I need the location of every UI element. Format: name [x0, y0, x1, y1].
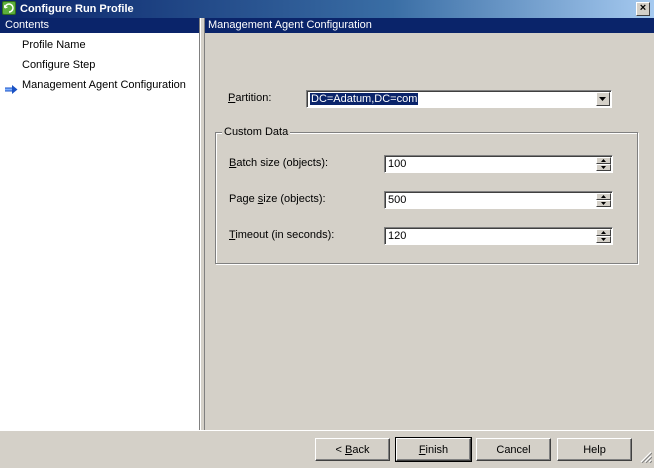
batch-size-value: 100 — [388, 158, 407, 170]
spin-down-button[interactable] — [596, 200, 611, 207]
nav-item-profile-name[interactable]: Profile Name — [0, 35, 199, 55]
timeout-label: Timeout (in seconds): — [229, 229, 335, 241]
partition-label: Partition: — [228, 92, 272, 104]
title-bar[interactable]: Configure Run Profile × — [0, 0, 654, 18]
spin-down-button[interactable] — [596, 236, 611, 243]
close-button[interactable]: × — [636, 2, 650, 16]
chevron-down-icon — [601, 166, 606, 169]
chevron-down-icon — [601, 202, 606, 205]
page-size-spinner[interactable]: 500 — [384, 191, 613, 209]
cancel-button[interactable]: Cancel — [476, 438, 551, 461]
nav-item-label: Profile Name — [22, 39, 86, 51]
chevron-down-icon — [601, 238, 606, 241]
spin-buttons — [596, 157, 611, 171]
configure-run-profile-window: Configure Run Profile × Contents Profile… — [0, 0, 654, 468]
spin-down-button[interactable] — [596, 164, 611, 171]
chevron-up-icon — [601, 159, 606, 162]
help-button[interactable]: Help — [557, 438, 632, 461]
batch-size-spinner[interactable]: 100 — [384, 155, 613, 173]
page-size-value: 500 — [388, 194, 407, 206]
button-bar: < Back Finish Cancel Help — [0, 430, 654, 468]
resize-grip-icon[interactable] — [640, 451, 653, 466]
custom-data-group: Custom Data Batch size (objects): 100 Pa… — [215, 126, 638, 264]
nav-item-management-agent-configuration[interactable]: Management Agent Configuration — [0, 75, 199, 95]
nav-item-configure-step[interactable]: Configure Step — [0, 55, 199, 75]
page-size-label: Page size (objects): — [229, 193, 326, 205]
back-button[interactable]: < Back — [315, 438, 390, 461]
timeout-spinner[interactable]: 120 — [384, 227, 613, 245]
chevron-up-icon — [601, 231, 606, 234]
configuration-header: Management Agent Configuration — [205, 18, 654, 33]
window-title: Configure Run Profile — [20, 3, 134, 15]
app-icon — [2, 1, 16, 15]
configuration-pane: Management Agent Configuration Partition… — [205, 18, 654, 430]
contents-list: Profile Name Configure Step Management A… — [0, 35, 199, 95]
dropdown-button[interactable] — [596, 92, 610, 106]
batch-size-label: Batch size (objects): — [229, 157, 329, 169]
spin-up-button[interactable] — [596, 157, 611, 164]
spin-up-button[interactable] — [596, 193, 611, 200]
spin-buttons — [596, 193, 611, 207]
finish-button[interactable]: Finish — [395, 437, 472, 462]
arrow-right-icon — [5, 81, 18, 101]
spin-up-button[interactable] — [596, 229, 611, 236]
contents-header: Contents — [0, 18, 199, 33]
spin-buttons — [596, 229, 611, 243]
chevron-up-icon — [601, 195, 606, 198]
contents-pane: Contents Profile Name Configure Step Man… — [0, 18, 200, 430]
timeout-value: 120 — [388, 230, 407, 242]
partition-dropdown[interactable]: DC=Adatum,DC=com — [306, 90, 612, 108]
nav-item-label: Configure Step — [22, 59, 96, 71]
close-icon: × — [639, 2, 647, 14]
custom-data-title: Custom Data — [222, 126, 291, 138]
nav-item-label: Management Agent Configuration — [22, 79, 186, 91]
partition-value: DC=Adatum,DC=com — [310, 93, 419, 105]
